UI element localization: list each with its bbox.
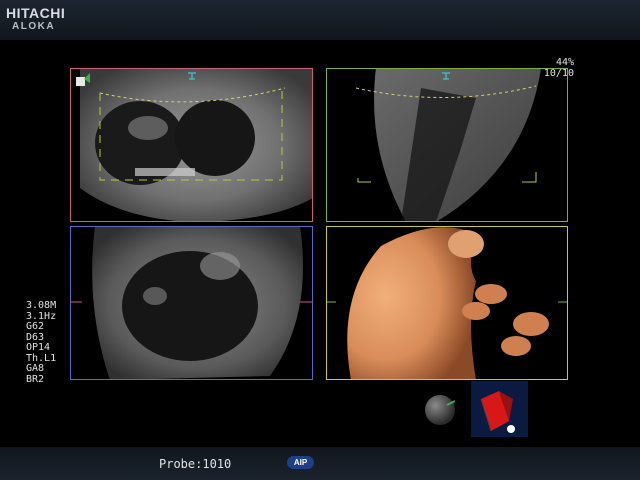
marker-icon [442, 67, 450, 80]
acquisition-params: 3.08M 3.1Hz G62 D63 OP14 Th.L1 GA8 BR2 [26, 300, 57, 385]
aip-badge[interactable]: AIP [287, 456, 314, 469]
marker-icon [188, 67, 196, 80]
pane-bottom-right-3d-render[interactable] [326, 226, 568, 380]
sphere-orientation-icon[interactable] [425, 395, 455, 425]
pane-bottom-left-slice[interactable] [70, 226, 313, 380]
probe-label: Probe:1010 [159, 457, 232, 471]
brand-logo-hitachi: HITACHI [6, 5, 66, 21]
param-frequency: 3.08M [26, 300, 57, 311]
status-bar [0, 447, 640, 480]
pane-top-left-slice[interactable] [70, 68, 313, 222]
cube-orientation-icon [480, 391, 515, 433]
slice-image-c [70, 226, 313, 380]
param-gain-adjust: GA8 [26, 363, 45, 374]
camera-icon[interactable] [75, 72, 91, 88]
zoom-percent: 44% [555, 57, 574, 68]
brand-logo-aloka: ALOKA [12, 21, 56, 32]
top-bar: HITACHI ALOKA [0, 0, 640, 40]
pane-top-right-slice[interactable] [326, 68, 568, 222]
cube-orientation-widget[interactable] [471, 381, 528, 437]
slice-image-b [326, 68, 568, 222]
render-3d-image [326, 226, 568, 380]
slice-image-a [70, 68, 313, 222]
param-opacity: OP14 [26, 342, 51, 353]
param-brightness: BR2 [26, 373, 45, 385]
param-gain: G62 [26, 321, 45, 332]
